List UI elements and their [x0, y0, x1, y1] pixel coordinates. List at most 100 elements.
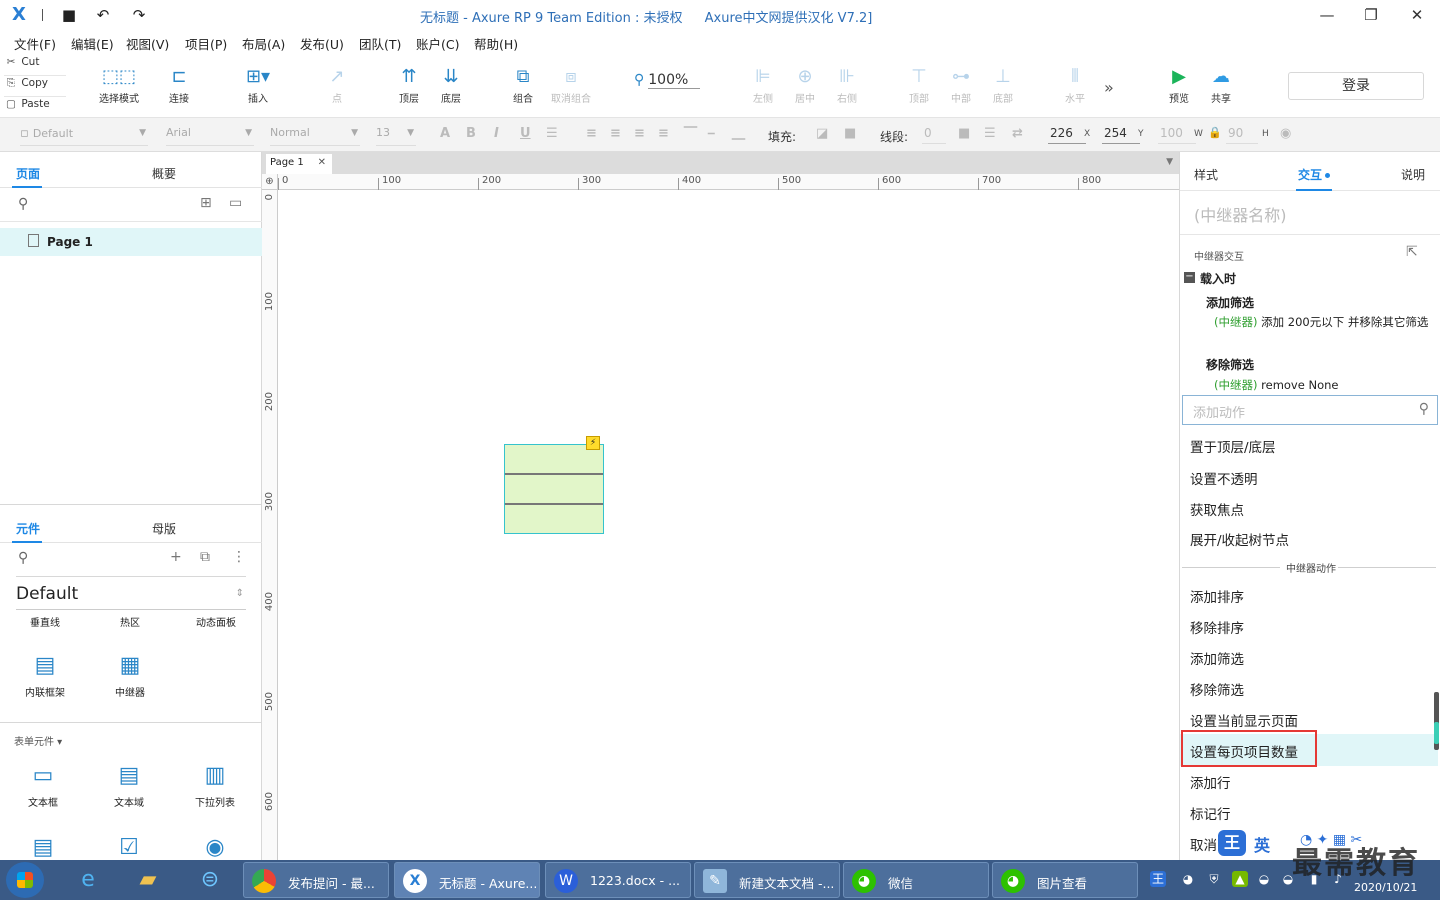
- action-option-focus[interactable]: 获取焦点: [1190, 499, 1244, 519]
- valign-bottom-icon[interactable]: ⎽: [732, 126, 745, 141]
- task-chrome[interactable]: 发布提问 - 最...: [243, 862, 389, 898]
- redo-icon[interactable]: ↷: [130, 6, 148, 24]
- menu-account[interactable]: 账户(C): [416, 34, 459, 53]
- arrow-style-icon[interactable]: ⇄: [1012, 126, 1023, 141]
- repeater-name-input[interactable]: (中继器名称): [1194, 202, 1287, 226]
- action-option-remove-filter[interactable]: 移除筛选: [1190, 679, 1244, 699]
- insert-button[interactable]: ⊞▾ 插入: [234, 64, 282, 112]
- task-image-viewer[interactable]: ◕ 图片查看: [992, 862, 1138, 898]
- align-text-left-icon[interactable]: ≡: [586, 126, 597, 141]
- task-axure[interactable]: X 无标题 - Axure...: [394, 862, 540, 898]
- case-add-filter[interactable]: 添加筛选: [1206, 294, 1254, 311]
- add-page-icon[interactable]: ⊞: [200, 195, 212, 211]
- search-icon[interactable]: ⚲: [1419, 401, 1429, 417]
- widget-hotspot[interactable]: 热区: [95, 614, 165, 629]
- save-icon[interactable]: ■: [60, 6, 78, 24]
- height-input[interactable]: 90: [1226, 126, 1258, 144]
- line-width-input[interactable]: 0: [922, 126, 946, 144]
- shadow-icon[interactable]: ■: [844, 126, 856, 141]
- action-add-filter[interactable]: (中继器) 添加 200元以下 并移除其它筛选: [1214, 314, 1432, 330]
- action-option-remove-sort[interactable]: 移除排序: [1190, 617, 1244, 637]
- add-folder-icon[interactable]: ▭: [229, 195, 242, 211]
- page-item[interactable]: Page 1: [0, 228, 262, 256]
- align-center-button[interactable]: ⊕ 居中: [781, 64, 829, 112]
- action-option-add-rows[interactable]: 添加行: [1190, 772, 1231, 792]
- action-option-unmark-rows[interactable]: 取消: [1190, 834, 1217, 854]
- start-button[interactable]: [6, 862, 44, 898]
- tab-pages[interactable]: 页面: [16, 165, 40, 182]
- menu-edit[interactable]: 编辑(E): [71, 34, 114, 53]
- tab-style[interactable]: 样式: [1194, 166, 1218, 183]
- close-icon[interactable]: ✕: [1406, 4, 1428, 26]
- send-to-back-button[interactable]: ⇊ 底层: [427, 64, 475, 112]
- action-remove-filter[interactable]: (中继器) remove None: [1214, 377, 1432, 393]
- browser-icon[interactable]: ⊜: [188, 864, 232, 896]
- align-bottom-button[interactable]: ⊥ 底部: [979, 64, 1027, 112]
- bring-to-front-button[interactable]: ⇈ 顶层: [385, 64, 433, 112]
- line-color-icon[interactable]: ■: [958, 126, 970, 141]
- menu-file[interactable]: 文件(F): [14, 34, 56, 53]
- task-notepad[interactable]: ✎ 新建文本文档 -...: [694, 862, 840, 898]
- tray-ime-icon[interactable]: 王: [1150, 871, 1166, 887]
- align-right-button[interactable]: ⊪ 右侧: [823, 64, 871, 112]
- paste-button[interactable]: ▢ Paste: [4, 98, 50, 118]
- menu-layout[interactable]: 布局(A): [242, 34, 285, 53]
- undo-icon[interactable]: ↶: [94, 6, 112, 24]
- maximize-icon[interactable]: ❐: [1360, 4, 1382, 26]
- fill-color-icon[interactable]: ◪: [816, 126, 828, 141]
- tab-interactions[interactable]: 交互: [1298, 166, 1331, 183]
- select-mode-button[interactable]: ⬚⬚ 选择模式: [94, 64, 144, 112]
- taskbar-date[interactable]: 2020/10/21: [1354, 881, 1417, 894]
- x-input[interactable]: 226: [1048, 126, 1086, 144]
- close-tab-icon[interactable]: ✕: [318, 157, 326, 168]
- tray-nvidia-icon[interactable]: ▲: [1232, 871, 1248, 887]
- cut-button[interactable]: ✂ Cut: [4, 56, 40, 76]
- line-style-icon[interactable]: ☰: [984, 126, 996, 141]
- interaction-lightning-icon[interactable]: ⚡: [586, 436, 600, 450]
- ie-browser-icon[interactable]: e: [66, 864, 110, 896]
- file-explorer-icon[interactable]: ▰: [126, 864, 170, 896]
- action-option-add-sort[interactable]: 添加排序: [1190, 586, 1244, 606]
- italic-icon[interactable]: I: [494, 126, 499, 141]
- align-text-right-icon[interactable]: ≡: [634, 126, 645, 141]
- copy-button[interactable]: ⎘ Copy: [4, 77, 48, 97]
- menu-publish[interactable]: 发布(U): [300, 34, 344, 53]
- add-library-icon[interactable]: +: [170, 549, 182, 565]
- bold-icon[interactable]: B: [466, 126, 476, 141]
- widget-vertical-line[interactable]: 垂直线: [10, 614, 80, 629]
- case-remove-filter[interactable]: 移除筛选: [1206, 356, 1254, 373]
- valign-top-icon[interactable]: ⎺: [684, 126, 697, 141]
- action-option-set-current-page[interactable]: 设置当前显示页面: [1190, 710, 1298, 730]
- menu-project[interactable]: 项目(P): [185, 34, 227, 53]
- tab-notes[interactable]: 说明: [1401, 166, 1425, 183]
- more-options-icon[interactable]: ⋮: [232, 549, 246, 565]
- underline-icon[interactable]: U: [520, 126, 531, 141]
- visibility-eye-icon[interactable]: ◉: [1280, 126, 1291, 141]
- font-select[interactable]: Arial ▼: [166, 126, 254, 146]
- add-action-search[interactable]: 添加动作 ⚲: [1182, 395, 1438, 425]
- task-word[interactable]: W 1223.docx - ...: [545, 862, 691, 898]
- ungroup-button[interactable]: ⧈ 取消组合: [547, 64, 595, 112]
- tab-outline[interactable]: 概要: [152, 165, 176, 182]
- menu-help[interactable]: 帮助(H): [474, 34, 518, 53]
- action-option-set-opacity[interactable]: 设置不透明: [1190, 468, 1258, 488]
- widget-droplist[interactable]: ▥ 下拉列表: [180, 758, 250, 809]
- more-tools-icon[interactable]: »: [1104, 78, 1114, 97]
- search-icon[interactable]: ⚲: [18, 196, 28, 212]
- repeater-widget[interactable]: [504, 444, 604, 534]
- search-icon[interactable]: ⚲: [18, 550, 28, 566]
- ime-language-toggle[interactable]: 英: [1254, 832, 1270, 856]
- expand-dialog-icon[interactable]: ⇱: [1406, 244, 1418, 260]
- point-button[interactable]: ↗ 点: [313, 64, 361, 112]
- action-option-expand-tree[interactable]: 展开/收起树节点: [1190, 529, 1289, 549]
- zoom-control[interactable]: ⚲ 100%: [634, 72, 701, 89]
- distribute-horizontal-button[interactable]: ⫴ 水平: [1051, 64, 1099, 112]
- tab-masters[interactable]: 母版: [152, 520, 176, 537]
- group-button[interactable]: ⧉ 组合: [499, 64, 547, 112]
- minimize-icon[interactable]: —: [1316, 4, 1338, 26]
- font-weight-select[interactable]: Normal ▼: [270, 126, 360, 146]
- ruler-corner-icon[interactable]: ⊕: [262, 174, 278, 190]
- share-button[interactable]: ☁ 共享: [1197, 64, 1245, 112]
- align-middle-button[interactable]: ⊶ 中部: [937, 64, 985, 112]
- login-button[interactable]: 登录: [1288, 72, 1424, 100]
